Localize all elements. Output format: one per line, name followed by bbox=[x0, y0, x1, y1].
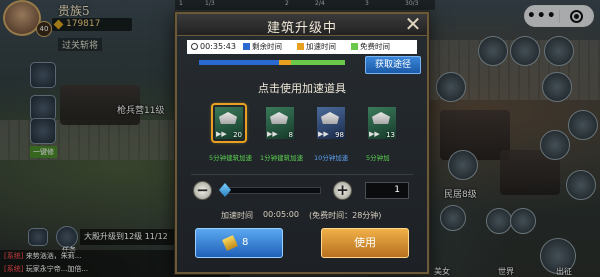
legend-label: 免费时间 bbox=[360, 42, 390, 51]
divider bbox=[191, 174, 413, 175]
timer-value: 00:35:43 bbox=[200, 42, 236, 51]
speedup-item-1min[interactable]: ▶▶ 8 bbox=[264, 105, 296, 141]
increase-button[interactable]: + bbox=[333, 181, 352, 200]
legend-swatch bbox=[297, 43, 304, 50]
fast-forward-icon: ▶▶ bbox=[369, 130, 380, 138]
legend-free: 免费时间 bbox=[351, 41, 390, 53]
speedup-item-10min[interactable]: ▶▶ 98 bbox=[315, 105, 347, 141]
free-time-text: (免费时间：28分钟) bbox=[309, 211, 382, 220]
speedup-item-5min[interactable]: ▶▶ 20 bbox=[213, 105, 245, 141]
fast-forward-icon: ▶▶ bbox=[318, 130, 329, 138]
gold-amount: 8 bbox=[242, 237, 249, 248]
get-source-button[interactable]: 获取途径 bbox=[365, 56, 421, 74]
quantity-input[interactable]: 1 bbox=[365, 182, 409, 199]
legend-label: 剩余时间 bbox=[252, 42, 282, 51]
close-button[interactable]: ✕ bbox=[402, 14, 424, 35]
speed-value: 00:05:00 bbox=[263, 210, 299, 219]
item-count: 98 bbox=[335, 131, 344, 139]
legend-label: 加速时间 bbox=[306, 42, 336, 51]
use-button[interactable]: 使用 bbox=[321, 228, 409, 258]
speed-label: 加速时间 bbox=[221, 211, 253, 220]
legend-speed: 加速时间 bbox=[297, 41, 336, 53]
clock-icon bbox=[191, 43, 198, 50]
quantity-slider[interactable] bbox=[221, 187, 321, 194]
item-count: 20 bbox=[233, 131, 242, 139]
item-count: 8 bbox=[288, 131, 293, 139]
fast-forward-icon: ▶▶ bbox=[267, 130, 278, 138]
item-name: 5分钟建筑加速 bbox=[209, 154, 253, 162]
gold-icon bbox=[222, 235, 238, 251]
progress-free bbox=[291, 60, 345, 65]
progress-speed bbox=[279, 60, 291, 65]
legend-swatch bbox=[243, 43, 250, 50]
building-upgrade-dialog: 建筑升级中 ✕ 00:35:43 剩余时间 加速时间 免费时间 获取途径 点击使… bbox=[175, 12, 429, 274]
gold-speedup-button[interactable]: 8 bbox=[195, 228, 283, 258]
section-title: 点击使用加速道具 bbox=[258, 82, 346, 95]
legend-remaining: 剩余时间 bbox=[243, 41, 282, 53]
dialog-header: 建筑升级中 ✕ bbox=[177, 14, 427, 36]
item-name: 10分钟加速 bbox=[314, 154, 349, 162]
dialog-title: 建筑升级中 bbox=[266, 21, 337, 36]
speedup-item-5min-generic[interactable]: ▶▶ 13 bbox=[366, 105, 398, 141]
slider-thumb[interactable] bbox=[219, 183, 231, 197]
item-name: 1分钟建筑加速 bbox=[260, 154, 304, 162]
item-count: 13 bbox=[386, 131, 395, 139]
item-name: 5分钟加 bbox=[366, 154, 390, 162]
decrease-button[interactable]: − bbox=[193, 181, 212, 200]
remaining-timer: 00:35:43 bbox=[191, 41, 236, 53]
fast-forward-icon: ▶▶ bbox=[216, 130, 227, 138]
legend-swatch bbox=[351, 43, 358, 50]
progress-remaining bbox=[199, 60, 279, 65]
upgrade-progress-bar bbox=[199, 60, 345, 65]
